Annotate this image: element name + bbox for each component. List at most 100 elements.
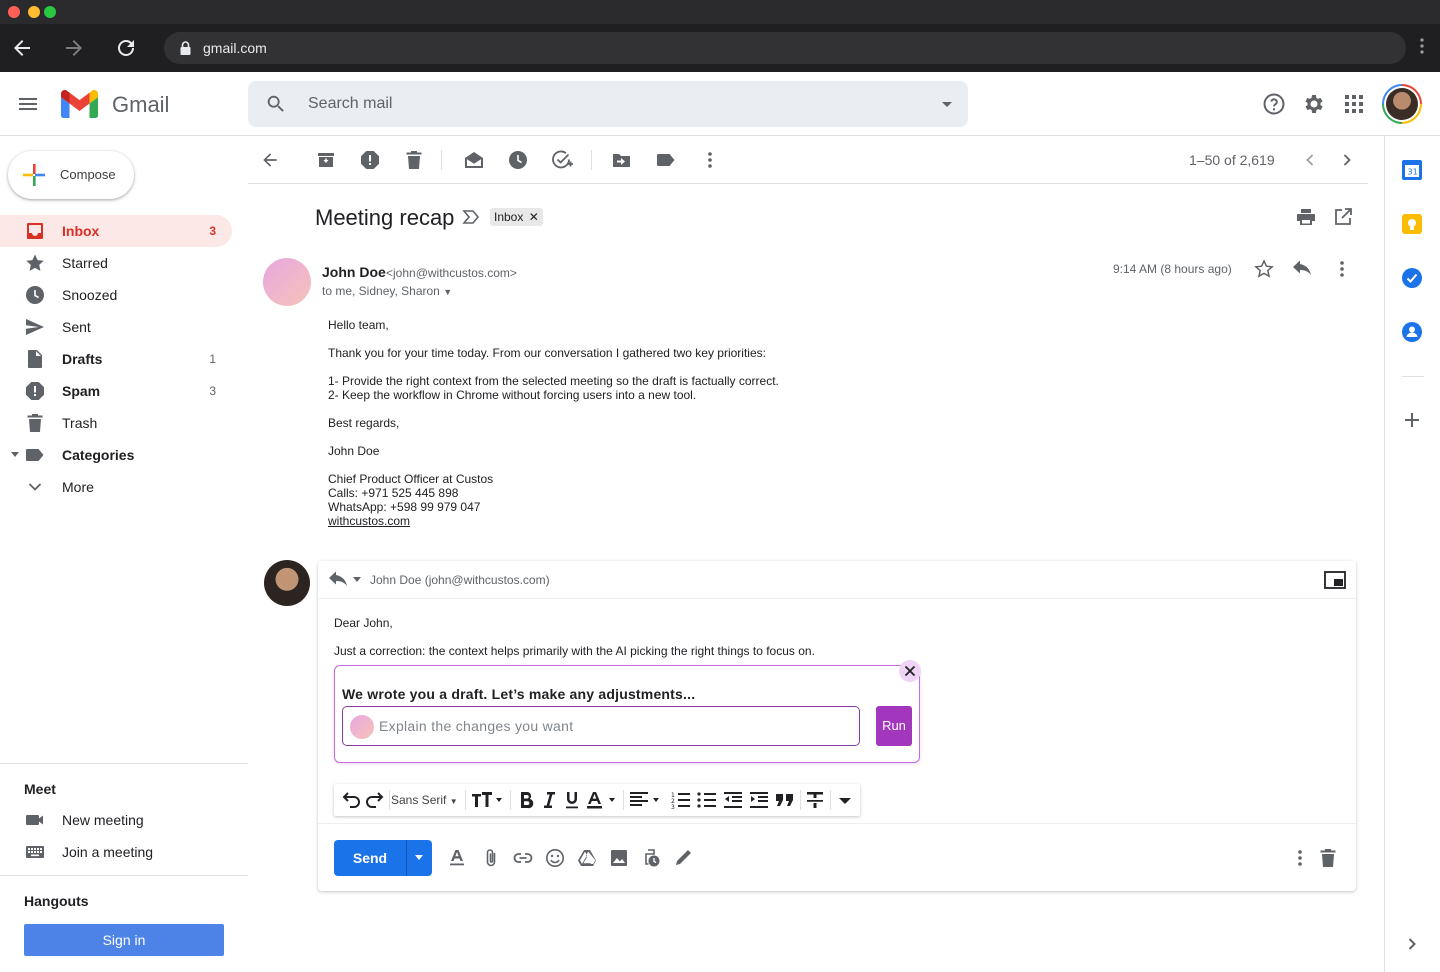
underline-icon[interactable] [561,789,583,811]
get-addons-plus-icon[interactable] [1401,409,1423,431]
maximize-window-button[interactable] [44,6,56,18]
back-arrow-icon[interactable] [10,36,34,60]
older-chevron-right-icon[interactable] [1337,150,1357,170]
reply-recipient[interactable]: John Doe (john@withcustos.com) [370,573,550,587]
newer-chevron-left-icon[interactable] [1300,150,1320,170]
forward-arrow-icon[interactable] [62,36,86,60]
expand-panel-chevron-icon[interactable] [1401,933,1423,955]
reply-body-line[interactable]: Dear John, [334,616,393,630]
font-family-select[interactable]: Sans Serif ▼ [391,793,458,807]
ai-prompt-input[interactable] [379,707,849,745]
reply-arrow-icon[interactable] [1292,259,1312,279]
insert-link-icon[interactable] [513,848,533,868]
reply-body-line[interactable]: Just a correction: the context helps pri… [334,644,815,658]
calendar-icon[interactable]: 31 [1401,159,1423,181]
sidebar-item-categories[interactable]: Categories [0,439,232,471]
signature-pen-icon[interactable] [673,848,693,868]
search-options-icon[interactable] [938,97,956,111]
email-more-icon[interactable] [1332,259,1352,279]
strikethrough-icon[interactable] [804,789,826,811]
search-icon[interactable] [265,93,287,115]
quote-icon[interactable] [774,789,796,811]
reply-type-caret-icon[interactable] [353,577,361,583]
tasks-icon[interactable] [1401,267,1423,289]
report-spam-icon[interactable] [360,150,380,170]
new-meeting-item[interactable]: New meeting [0,804,232,836]
sidebar-item-sent[interactable]: Sent [0,311,232,343]
sidebar-item-more[interactable]: More [0,471,232,503]
pop-out-icon[interactable] [1324,571,1346,589]
indent-less-icon[interactable] [722,789,744,811]
sidebar-item-drafts[interactable]: Drafts 1 [0,343,232,375]
bulleted-list-icon[interactable] [696,789,718,811]
sender-name[interactable]: John Doe [322,264,386,280]
ai-prompt-field[interactable] [342,706,860,746]
reply-type-icon[interactable] [328,570,348,590]
join-meeting-item[interactable]: Join a meeting [0,836,232,868]
schedule-send-caret-icon[interactable] [414,854,424,862]
open-new-window-icon[interactable] [1333,207,1353,227]
recipients-summary[interactable]: to me, Sidney, Sharon ▼ [322,284,452,298]
more-options-icon[interactable] [1290,848,1310,868]
minimize-window-button[interactable] [28,6,40,18]
recipients-caret-icon[interactable]: ▼ [443,287,452,297]
main-menu-icon[interactable] [16,92,40,116]
close-ai-panel-button[interactable] [899,660,921,682]
gmail-logo-icon[interactable] [61,90,98,118]
remove-label-icon[interactable]: ✕ [529,210,539,224]
compose-button[interactable]: Compose [8,151,134,199]
contacts-icon[interactable] [1401,321,1423,343]
label-tag-icon[interactable] [656,150,676,170]
keep-notes-icon[interactable] [1401,213,1423,235]
move-to-icon[interactable] [612,150,632,170]
text-color-icon[interactable] [584,789,620,811]
sidebar-item-starred[interactable]: Starred [0,247,232,279]
google-drive-icon[interactable] [577,848,597,868]
font-size-icon[interactable] [470,789,504,811]
hangouts-sign-in-button[interactable]: Sign in [24,924,224,956]
redo-icon[interactable] [364,789,386,811]
settings-gear-icon[interactable] [1302,92,1326,116]
expand-caret-icon[interactable] [11,452,19,458]
account-avatar[interactable] [1382,84,1422,124]
undo-icon[interactable] [340,789,362,811]
search-input[interactable] [308,81,928,127]
confidential-mode-icon[interactable] [641,848,661,868]
attach-file-icon[interactable] [481,848,501,868]
sidebar-item-spam[interactable]: Spam 3 [0,375,232,407]
star-icon[interactable] [1254,259,1274,279]
add-task-icon[interactable] [552,150,574,170]
sidebar-item-trash[interactable]: Trash [0,407,232,439]
italic-icon[interactable] [538,789,560,811]
more-actions-icon[interactable] [700,150,720,170]
sender-avatar[interactable] [263,258,311,306]
snooze-clock-icon[interactable] [508,150,528,170]
archive-icon[interactable] [316,150,336,170]
sidebar-item-inbox[interactable]: Inbox 3 [0,215,232,247]
print-icon[interactable] [1296,207,1316,227]
url-bar[interactable]: gmail.com [164,32,1406,64]
formatting-options-icon[interactable] [447,848,467,868]
insert-photo-icon[interactable] [609,848,629,868]
ai-run-button[interactable]: Run [876,706,912,746]
numbered-list-icon[interactable]: 123 [670,789,692,811]
reload-icon[interactable] [114,36,138,60]
help-icon[interactable] [1262,92,1286,116]
indent-more-icon[interactable] [748,789,770,811]
more-formatting-icon[interactable] [834,789,856,811]
apps-grid-icon[interactable] [1342,92,1366,116]
sidebar-item-snoozed[interactable]: Snoozed [0,279,232,311]
mark-unread-icon[interactable] [464,150,484,170]
align-icon[interactable] [628,789,664,811]
search-bar[interactable] [248,81,968,127]
importance-marker-icon[interactable] [462,209,480,225]
discard-draft-icon[interactable] [1318,848,1338,868]
delete-icon[interactable] [404,150,424,170]
back-to-inbox-icon[interactable] [260,150,280,170]
browser-menu-icon[interactable] [1420,38,1424,54]
emoji-icon[interactable] [545,848,565,868]
send-button[interactable]: Send [334,840,406,876]
signature-website-link[interactable]: withcustos.com [328,514,410,528]
bold-icon[interactable] [515,789,537,811]
close-window-button[interactable] [8,6,20,18]
